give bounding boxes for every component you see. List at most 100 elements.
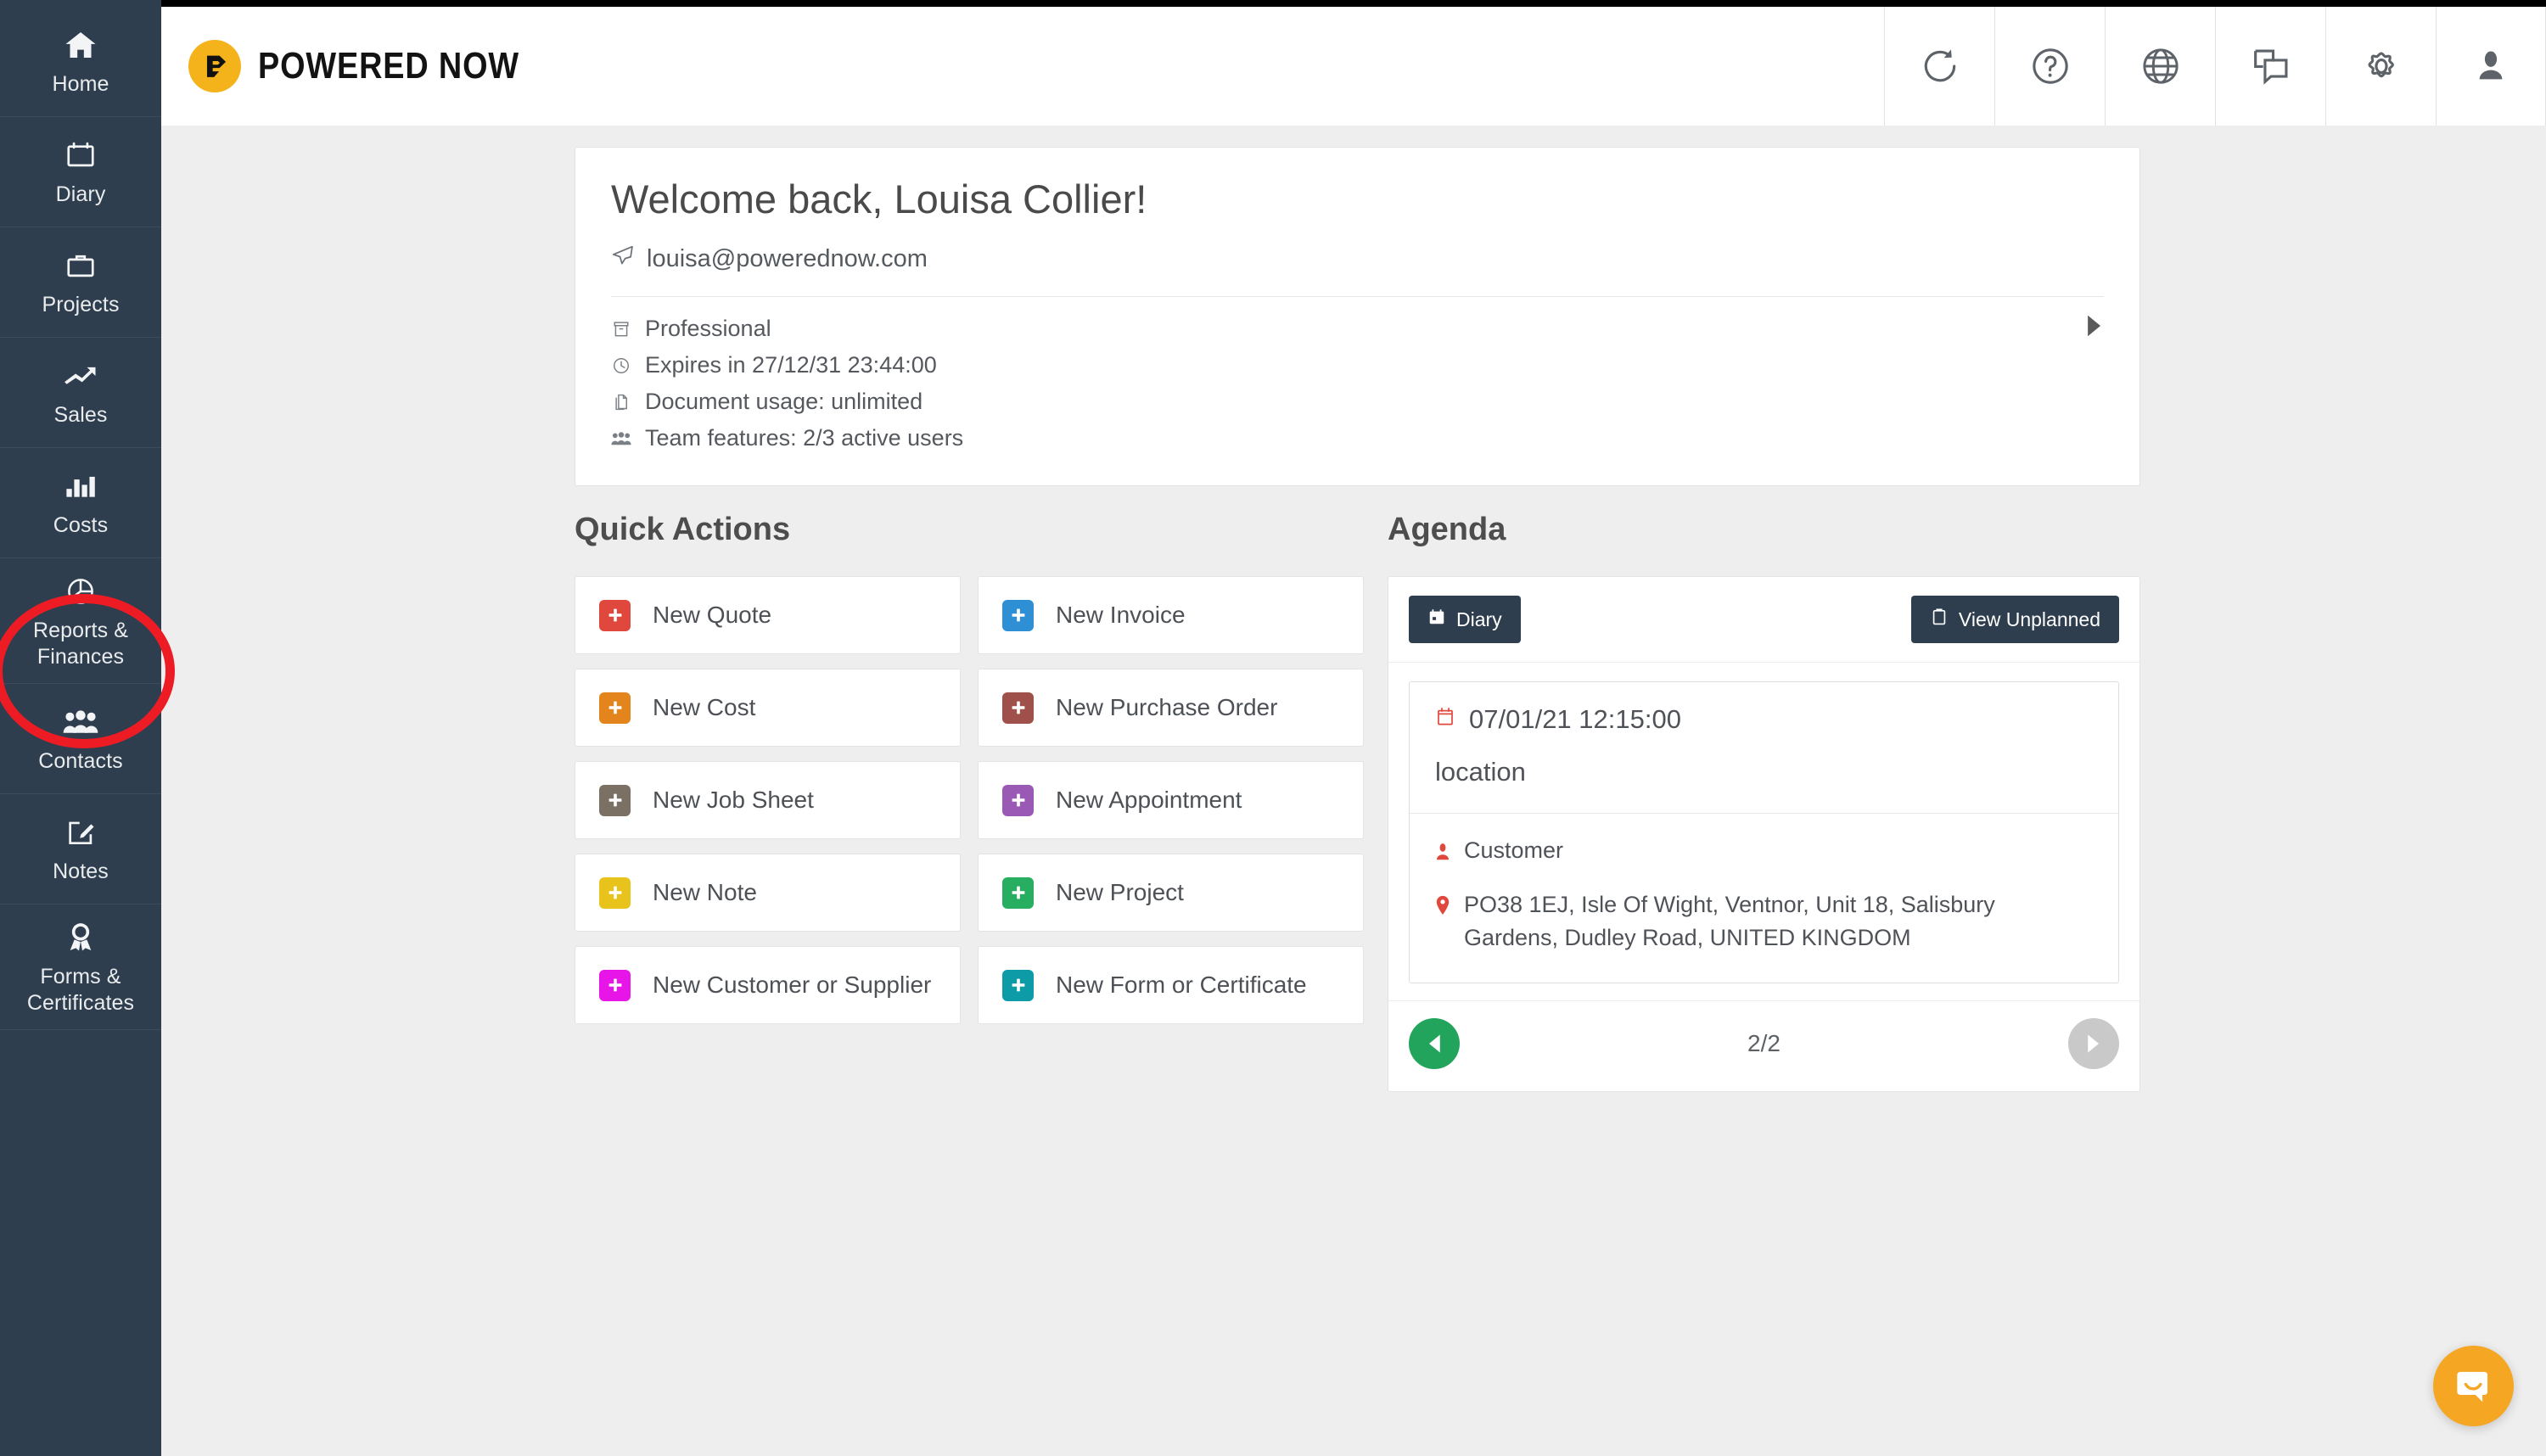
quick-action-new-invoice[interactable]: New Invoice	[978, 576, 1364, 654]
agenda-prev-button[interactable]	[1409, 1018, 1460, 1069]
document-icon	[611, 393, 631, 412]
agenda-next-button[interactable]	[2068, 1018, 2119, 1069]
plus-icon	[1002, 877, 1034, 909]
help-icon[interactable]	[1994, 7, 2105, 126]
diary-button[interactable]: Diary	[1409, 596, 1521, 643]
map-pin-icon	[1435, 888, 1450, 924]
plus-icon	[1002, 785, 1034, 816]
quick-actions-section: Quick Actions New Quote New Invoice	[575, 512, 1364, 1024]
header-icon-group	[1884, 7, 2546, 126]
user-email-row: louisa@powerednow.com	[611, 244, 2104, 274]
quick-action-new-note[interactable]: New Note	[575, 854, 961, 932]
sidebar-item-contacts[interactable]: Contacts	[0, 684, 161, 794]
window-top-strip	[0, 0, 2546, 7]
quick-action-new-customer-or-supplier[interactable]: New Customer or Supplier	[575, 946, 961, 1024]
view-unplanned-label: View Unplanned	[1959, 608, 2100, 631]
globe-icon[interactable]	[2105, 7, 2215, 126]
quick-action-label: New Form or Certificate	[1056, 972, 1307, 999]
clock-icon	[611, 356, 631, 375]
welcome-card: Welcome back, Louisa Collier! louisa@pow…	[575, 147, 2140, 486]
quick-action-label: New Quote	[653, 602, 771, 629]
agenda-page-count: 2/2	[1747, 1030, 1781, 1057]
quick-action-new-appointment[interactable]: New Appointment	[978, 761, 1364, 839]
agenda-event-location: location	[1435, 757, 2093, 787]
brand-logo[interactable]: POWERED NOW	[161, 7, 562, 126]
gear-icon[interactable]	[2325, 7, 2436, 126]
agenda-event-customer: Customer	[1464, 834, 1563, 866]
sidebar-item-label: Costs	[53, 512, 108, 539]
plus-icon	[599, 692, 631, 724]
quick-action-new-purchase-order[interactable]: New Purchase Order	[978, 669, 1364, 747]
agenda-toolbar: Diary View Unplanned	[1388, 577, 2139, 663]
refresh-icon[interactable]	[1884, 7, 1994, 126]
plan-row: Expires in 27/12/31 23:44:00	[611, 352, 2104, 378]
sidebar-item-label: Diary	[56, 182, 106, 208]
diary-button-label: Diary	[1456, 608, 1502, 631]
archive-icon	[611, 320, 631, 339]
users-icon	[611, 430, 631, 447]
plus-icon	[599, 785, 631, 816]
sidebar-item-label: Sales	[53, 402, 107, 428]
user-email: louisa@powerednow.com	[647, 245, 928, 273]
welcome-divider	[611, 296, 2104, 297]
user-icon[interactable]	[2436, 7, 2546, 126]
app-root: Home Diary Projects	[0, 0, 2546, 1456]
briefcase-icon	[64, 248, 98, 283]
edit-square-icon	[64, 815, 98, 850]
plus-icon	[599, 600, 631, 631]
quick-action-new-project[interactable]: New Project	[978, 854, 1364, 932]
brand-name: POWERED NOW	[258, 45, 519, 87]
quick-action-label: New Note	[653, 879, 757, 906]
quick-action-label: New Purchase Order	[1056, 694, 1277, 721]
plus-icon	[1002, 692, 1034, 724]
agenda-event-datetime-row: 07/01/21 12:15:00	[1435, 704, 2093, 735]
chat-icon[interactable]	[2215, 7, 2325, 126]
trend-up-icon	[63, 358, 98, 394]
plan-row: Document usage: unlimited	[611, 389, 2104, 415]
plan-row-text: Team features: 2/3 active users	[645, 425, 963, 451]
quick-action-new-quote[interactable]: New Quote	[575, 576, 961, 654]
sidebar-item-notes[interactable]: Notes	[0, 794, 161, 904]
agenda-event-address: PO38 1EJ, Isle Of Wight, Ventnor, Unit 1…	[1464, 888, 2093, 954]
agenda-event-bottom: Customer PO38 1EJ, Isle Of Wight, Ventn	[1410, 814, 2118, 983]
agenda-body: 07/01/21 12:15:00 location	[1388, 663, 2139, 1000]
bar-chart-icon	[64, 468, 97, 504]
agenda-heading: Agenda	[1388, 512, 2140, 548]
sidebar-item-reports-finances[interactable]: Reports & Finances	[0, 558, 161, 684]
quick-action-new-form-or-certificate[interactable]: New Form or Certificate	[978, 946, 1364, 1024]
powered-now-logo-icon	[188, 40, 241, 92]
sidebar-item-projects[interactable]: Projects	[0, 227, 161, 338]
sidebar-item-home[interactable]: Home	[0, 7, 161, 117]
sidebar-item-label: Forms & Certificates	[3, 964, 158, 1016]
sidebar-item-sales[interactable]: Sales	[0, 338, 161, 448]
quick-action-new-job-sheet[interactable]: New Job Sheet	[575, 761, 961, 839]
agenda-event-card[interactable]: 07/01/21 12:15:00 location	[1409, 681, 2119, 983]
sidebar-item-forms-certificates[interactable]: Forms & Certificates	[0, 904, 161, 1030]
send-plane-icon	[611, 244, 635, 274]
plus-icon	[1002, 600, 1034, 631]
ribbon-award-icon	[64, 920, 98, 955]
plan-row-text: Professional	[645, 316, 771, 342]
quick-action-label: New Job Sheet	[653, 787, 814, 814]
sidebar-item-costs[interactable]: Costs	[0, 448, 161, 558]
sidebar-item-label: Notes	[53, 859, 109, 885]
intercom-launcher-button[interactable]	[2433, 1346, 2514, 1426]
main-content: Welcome back, Louisa Collier! louisa@pow…	[161, 126, 2546, 1456]
plan-row: Professional	[611, 316, 2104, 342]
clipboard-icon	[1930, 608, 1949, 631]
chevron-right-icon[interactable]	[2085, 314, 2104, 342]
page-title: Welcome back, Louisa Collier!	[611, 176, 2104, 222]
view-unplanned-button[interactable]: View Unplanned	[1911, 596, 2119, 643]
agenda-event-datetime: 07/01/21 12:15:00	[1469, 704, 1681, 735]
header-spacer	[562, 7, 1884, 126]
agenda-event-top: 07/01/21 12:15:00 location	[1410, 682, 2118, 813]
sidebar-item-diary[interactable]: Diary	[0, 117, 161, 227]
person-icon	[1435, 834, 1450, 870]
quick-action-new-cost[interactable]: New Cost	[575, 669, 961, 747]
plan-row-text: Expires in 27/12/31 23:44:00	[645, 352, 937, 378]
calendar-icon	[1427, 608, 1446, 631]
quick-action-label: New Project	[1056, 879, 1184, 906]
plan-row: Team features: 2/3 active users	[611, 425, 2104, 451]
sidebar-item-label: Projects	[42, 292, 119, 318]
sidebar-item-label: Home	[52, 71, 109, 98]
